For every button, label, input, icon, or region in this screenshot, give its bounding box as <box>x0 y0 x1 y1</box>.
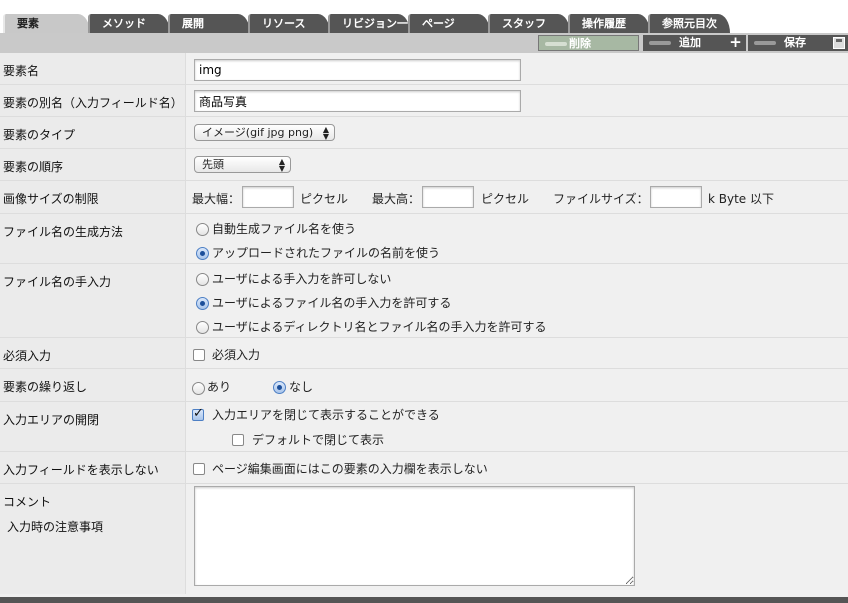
row-collapse: 入力エリアの開閉 入力エリアを閉じて表示することができる デフォルトで閉じて表示 <box>0 402 848 452</box>
element-name-input[interactable] <box>194 59 521 81</box>
tab-referrers[interactable]: 参照元目次 <box>648 14 730 33</box>
hide-field-checkbox-label: ページ編集画面にはこの要素の入力欄を表示しない <box>212 462 488 476</box>
delete-button[interactable]: 削除 <box>538 35 639 51</box>
radio-manual-disallow-label: ユーザによる手入力を許可しない <box>212 272 392 286</box>
row-filename-manual: ファイル名の手入力 ユーザによる手入力を許可しない ユーザによるファイル名の手入… <box>0 264 848 338</box>
row-element-name: 要素名 <box>0 53 848 85</box>
required-checkbox[interactable] <box>193 349 205 361</box>
row-comment: コメント 入力時の注意事項 <box>0 484 848 594</box>
comment-label: コメント <box>3 495 52 509</box>
element-order-selected: 先頭 <box>202 158 224 171</box>
max-height-unit: ピクセル <box>481 192 530 206</box>
row-filename-method: ファイル名の生成方法 自動生成ファイル名を使う アップロードされたファイルの名前… <box>0 214 848 264</box>
row-required: 必須入力 必須入力 <box>0 338 848 369</box>
row-hide-field: 入力フィールドを表示しない ページ編集画面にはこの要素の入力欄を表示しない <box>0 452 848 484</box>
hide-field-checkbox[interactable] <box>193 463 205 475</box>
filename-manual-label: ファイル名の手入力 <box>0 264 186 337</box>
tab-revisions[interactable]: リビジョン一覧 <box>328 14 419 33</box>
default-closed-checkbox[interactable] <box>232 434 244 446</box>
file-size-label: ファイルサイズ： <box>553 192 649 206</box>
save-button-label: 保存 <box>784 36 806 49</box>
radio-manual-dir-filename[interactable] <box>196 321 209 334</box>
required-checkbox-label: 必須入力 <box>212 348 261 362</box>
tab-resource[interactable]: リソース <box>248 14 330 33</box>
element-type-selected: イメージ(gif jpg png) <box>202 126 314 139</box>
row-element-order: 要素の順序 先頭 ▲ ▼ <box>0 149 848 181</box>
element-alias-input[interactable] <box>194 90 521 112</box>
indicator-light-icon <box>754 41 776 45</box>
radio-uploaded-filename[interactable] <box>196 247 209 260</box>
element-order-select[interactable]: 先頭 ▲ ▼ <box>194 156 291 173</box>
plus-icon: + <box>729 33 742 51</box>
element-name-label: 要素名 <box>0 53 186 84</box>
select-arrows-icon: ▲ ▼ <box>278 157 285 173</box>
tab-history[interactable]: 操作履歴 <box>568 14 650 33</box>
repeat-label: 要素の繰り返し <box>0 369 186 401</box>
max-height-label: 最大高： <box>372 192 421 206</box>
tab-expand[interactable]: 展開 <box>168 14 250 33</box>
collapsible-checkbox[interactable] <box>192 406 204 421</box>
radio-repeat-yes[interactable] <box>192 382 205 395</box>
hide-field-label: 入力フィールドを表示しない <box>0 452 186 483</box>
max-width-input[interactable] <box>242 186 294 208</box>
image-size-label: 画像サイズの制限 <box>0 181 186 213</box>
element-type-label: 要素のタイプ <box>0 117 186 148</box>
tab-bar: 要素 メソッド 展開 リソース リビジョン一覧 ページ スタッフ 操作履歴 参照… <box>0 0 848 53</box>
tab-page[interactable]: ページ <box>408 14 490 33</box>
row-element-type: 要素のタイプ イメージ(gif jpg png) ▲ ▼ <box>0 117 848 149</box>
element-form: 要素名 要素の別名（入力フィールド名） 要素のタイプ イメージ(gif jpg … <box>0 53 848 594</box>
collapsible-checkbox-label: 入力エリアを閉じて表示することができる <box>212 408 440 422</box>
radio-manual-disallow[interactable] <box>196 273 209 286</box>
file-size-input[interactable] <box>650 186 702 208</box>
comment-label-cell: コメント 入力時の注意事項 <box>0 484 186 594</box>
default-closed-checkbox-label: デフォルトで閉じて表示 <box>252 433 385 447</box>
action-bar: 削除 追加 + 保存 <box>0 33 848 53</box>
delete-button-label: 削除 <box>569 37 591 50</box>
footer-bar <box>0 597 848 603</box>
tab-strip: 要素 メソッド 展開 リソース リビジョン一覧 ページ スタッフ 操作履歴 参照… <box>0 14 848 35</box>
row-element-alias: 要素の別名（入力フィールド名） <box>0 85 848 117</box>
add-button-label: 追加 <box>679 36 701 49</box>
floppy-disk-icon <box>833 37 845 49</box>
radio-manual-filename-label: ユーザによるファイル名の手入力を許可する <box>212 296 452 310</box>
comment-textarea[interactable] <box>194 486 635 586</box>
tab-element[interactable]: 要素 <box>3 14 90 35</box>
indicator-light-icon <box>649 41 671 45</box>
file-size-unit: k Byte 以下 <box>708 192 775 206</box>
required-label: 必須入力 <box>0 338 186 368</box>
radio-uploaded-filename-label: アップロードされたファイルの名前を使う <box>212 246 441 260</box>
tab-method[interactable]: メソッド <box>88 14 170 33</box>
row-repeat: 要素の繰り返し あり なし <box>0 369 848 402</box>
radio-auto-filename[interactable] <box>196 223 209 236</box>
max-height-input[interactable] <box>422 186 474 208</box>
radio-auto-filename-label: 自動生成ファイル名を使う <box>212 222 357 236</box>
radio-repeat-no[interactable] <box>273 381 286 394</box>
max-width-unit: ピクセル <box>300 192 349 206</box>
max-width-label: 最大幅： <box>192 192 241 206</box>
add-button[interactable]: 追加 + <box>643 35 746 51</box>
element-order-label: 要素の順序 <box>0 149 186 180</box>
collapse-label: 入力エリアの開閉 <box>0 402 186 451</box>
radio-repeat-no-label: なし <box>289 380 314 394</box>
tab-staff[interactable]: スタッフ <box>488 14 570 33</box>
element-alias-label: 要素の別名（入力フィールド名） <box>0 85 186 116</box>
radio-manual-filename[interactable] <box>196 297 209 310</box>
filename-method-label: ファイル名の生成方法 <box>0 214 186 263</box>
radio-manual-dir-filename-label: ユーザによるディレクトリ名とファイル名の手入力を許可する <box>212 320 547 334</box>
element-type-select[interactable]: イメージ(gif jpg png) ▲ ▼ <box>194 124 335 141</box>
indicator-light-icon <box>545 42 567 46</box>
radio-repeat-yes-label: あり <box>207 380 232 394</box>
row-image-size: 画像サイズの制限 最大幅： ピクセル 最大高： ピクセル ファイルサイズ： k … <box>0 181 848 214</box>
select-arrows-icon: ▲ ▼ <box>322 125 329 141</box>
comment-sub-label: 入力時の注意事項 <box>7 520 104 534</box>
save-button[interactable]: 保存 <box>748 35 848 51</box>
